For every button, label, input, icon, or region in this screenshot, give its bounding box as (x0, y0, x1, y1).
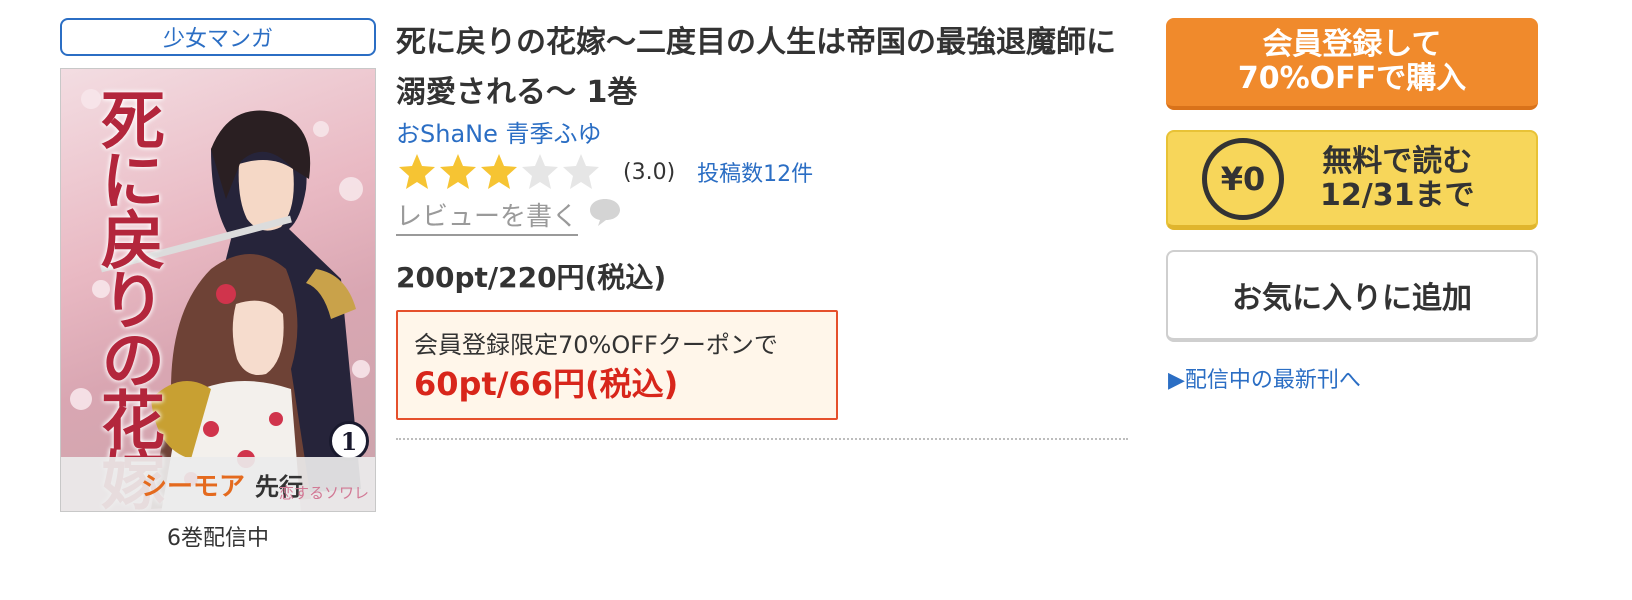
buy-button-label: 会員登録して 70%OFFで購入 (1237, 27, 1467, 96)
register-and-buy-button[interactable]: 会員登録して 70%OFFで購入 (1166, 18, 1538, 110)
author-link[interactable]: おShaNe 青季ふゆ (396, 114, 602, 149)
write-review-label: レビューを書く (396, 202, 579, 232)
rating-row: (3.0) 投稿数12件 (396, 152, 813, 192)
label-logo: 恋するソワレ (278, 484, 369, 502)
cover-volume-mark: 1 (329, 421, 369, 461)
book-title: 死に戻りの花嫁〜二度目の人生は帝国の最強退魔師に溺愛される〜 1巻 (396, 25, 1116, 110)
write-review-link[interactable]: レビューを書く (396, 196, 579, 236)
coupon-price: 60pt/66円(税込) (414, 365, 679, 403)
star-empty-icon (563, 154, 599, 189)
add-to-favorites-button[interactable]: お気に入りに追加 (1166, 250, 1538, 342)
yen-zero-icon: ¥0 (1202, 137, 1284, 220)
coupon-label: 会員登録限定70%OFFクーポンで (414, 331, 778, 359)
star-rating (396, 152, 601, 192)
star-filled-icon (481, 154, 517, 189)
speech-bubble-icon (590, 199, 620, 226)
latest-volume-link[interactable]: ▶配信中の最新刊へ (1168, 362, 1361, 394)
cmoa-logo: シーモア (141, 471, 246, 502)
favorites-button-label: お気に入りに追加 (1232, 281, 1472, 316)
free-button-label: 無料で読む 12/31まで (1320, 143, 1475, 213)
divider (396, 438, 1128, 440)
rating-score: (3.0) (623, 159, 676, 185)
cover-promo-band: シーモア 先行 恋するソワレ (61, 457, 375, 511)
review-count-link[interactable]: 投稿数12件 (697, 156, 813, 188)
read-free-button[interactable]: ¥0 無料で読む 12/31まで (1166, 130, 1538, 230)
star-empty-icon (522, 154, 558, 189)
book-cover[interactable]: 死に戻りの花嫁 1 シーモア 先行 恋するソワレ (60, 68, 376, 512)
price: 200pt/220円(税込) (396, 261, 667, 294)
star-filled-icon (440, 154, 476, 189)
volume-count: 6巻配信中 (167, 526, 269, 551)
genre-tag[interactable]: 少女マンガ (60, 18, 376, 56)
coupon-box: 会員登録限定70%OFFクーポンで 60pt/66円(税込) (396, 310, 838, 420)
cover-title: 死に戻りの花嫁 (90, 87, 165, 507)
star-filled-icon (399, 154, 435, 189)
